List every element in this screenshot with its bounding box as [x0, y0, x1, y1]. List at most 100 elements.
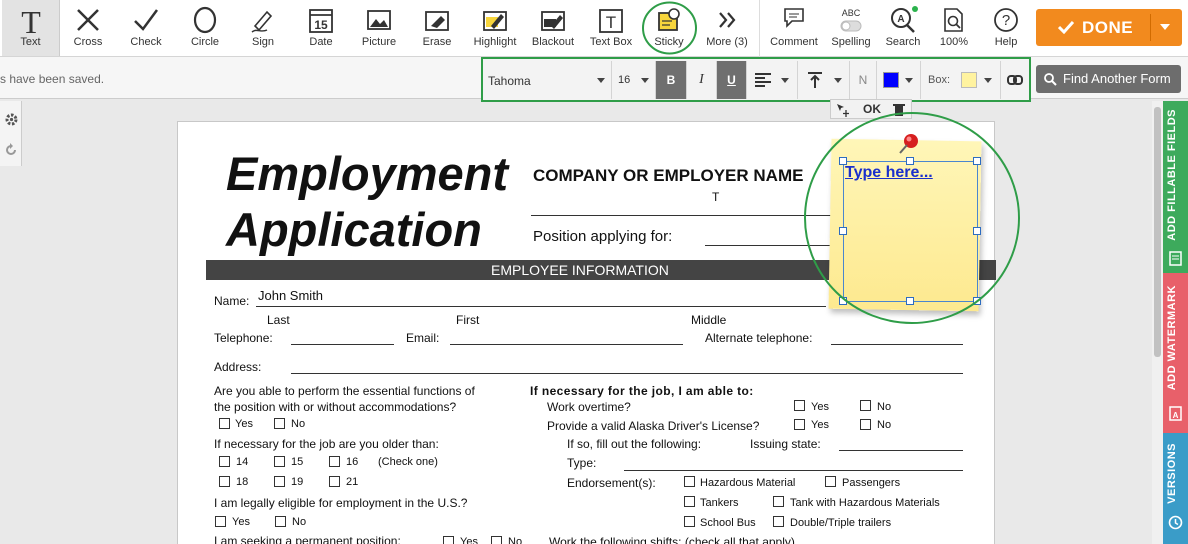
check-tool-button[interactable]: Check — [117, 0, 175, 56]
picture-tool-label: Picture — [361, 36, 397, 48]
age-14-checkbox[interactable] — [219, 456, 230, 467]
overtime-no-checkbox[interactable] — [860, 400, 871, 411]
license-no-checkbox[interactable] — [860, 419, 871, 430]
yes-label: Yes — [235, 418, 253, 430]
cross-icon — [77, 9, 99, 31]
age-18-checkbox[interactable] — [219, 476, 230, 487]
age-16-checkbox[interactable] — [329, 456, 340, 467]
overtime-yes-checkbox[interactable] — [794, 400, 805, 411]
highlight-tool-button[interactable]: Highlight — [466, 0, 524, 56]
age-19-checkbox[interactable] — [274, 476, 285, 487]
svg-text:ABC: ABC — [842, 8, 861, 18]
textbox-tool-label: Text Box — [589, 36, 633, 48]
chevron-down-icon — [984, 78, 992, 83]
no-label: No — [508, 536, 523, 544]
email-field[interactable] — [450, 344, 683, 345]
font-family-select[interactable]: Tahoma — [483, 61, 612, 99]
chevron-down-icon — [641, 78, 649, 83]
blackout-icon — [541, 11, 565, 31]
refresh-icon[interactable] — [4, 143, 18, 157]
add-watermark-tab[interactable]: ADD WATERMARK A — [1163, 273, 1188, 433]
fillable-form-icon — [1169, 251, 1182, 266]
zoom-button[interactable]: 100% — [925, 0, 983, 56]
comment-button[interactable]: Comment — [764, 0, 824, 56]
more-tools-button[interactable]: More (3) — [698, 0, 756, 56]
issuing-state-field[interactable] — [839, 450, 963, 451]
svg-text:15: 15 — [314, 18, 328, 32]
hazardous-material-checkbox[interactable] — [684, 476, 695, 487]
no-label: No — [877, 419, 892, 431]
name-label: Name: — [214, 294, 250, 308]
age-question: If necessary for the job are you older t… — [214, 437, 439, 451]
cross-tool-button[interactable]: Cross — [59, 0, 117, 56]
chevron-down-icon[interactable] — [1160, 24, 1170, 30]
picture-tool-button[interactable]: Picture — [350, 0, 408, 56]
license-yes-checkbox[interactable] — [794, 419, 805, 430]
position-label: Position applying for: — [533, 228, 673, 245]
hazardous-material-label: Hazardous Material — [700, 477, 796, 489]
functions-no-checkbox[interactable] — [274, 418, 285, 429]
double-triple-checkbox[interactable] — [773, 516, 784, 527]
scrollbar-thumb[interactable] — [1154, 107, 1161, 357]
tankers-label: Tankers — [700, 497, 739, 509]
done-button[interactable]: DONE — [1036, 9, 1182, 46]
passengers-checkbox[interactable] — [825, 476, 836, 487]
blackout-tool-button[interactable]: Blackout — [524, 0, 582, 56]
textbox-tool-button[interactable]: T Text Box — [582, 0, 640, 56]
permanent-yes-checkbox[interactable] — [443, 536, 454, 544]
tank-hazardous-checkbox[interactable] — [773, 496, 784, 507]
box-color-select[interactable]: Box: — [921, 61, 1001, 99]
company-name-field[interactable]: T — [712, 190, 719, 204]
circle-tool-button[interactable]: Circle — [176, 0, 234, 56]
telephone-field[interactable] — [291, 344, 394, 345]
age-21-checkbox[interactable] — [329, 476, 340, 487]
functions-yes-checkbox[interactable] — [219, 418, 230, 429]
box-color-swatch — [961, 72, 977, 88]
underline-button[interactable]: U — [717, 61, 747, 99]
eligible-yes-checkbox[interactable] — [215, 516, 226, 527]
add-fillable-fields-tab[interactable]: ADD FILLABLE FIELDS — [1163, 101, 1188, 273]
gear-icon[interactable] — [4, 112, 19, 127]
name-field[interactable]: John Smith — [258, 288, 323, 303]
circle-tool-label: Circle — [190, 36, 220, 48]
align-select[interactable] — [747, 61, 798, 99]
spelling-button[interactable]: ABC Spelling — [822, 0, 880, 56]
age-15-checkbox[interactable] — [274, 456, 285, 467]
company-name-label: COMPANY OR EMPLOYER NAME — [533, 166, 804, 185]
link-button[interactable] — [1001, 61, 1029, 99]
find-another-form-button[interactable]: Find Another Form — [1036, 65, 1181, 93]
help-button[interactable]: ? Help — [977, 0, 1035, 56]
font-size-select[interactable]: 16 — [612, 61, 656, 99]
eligible-no-checkbox[interactable] — [275, 516, 286, 527]
box-label: Box: — [928, 74, 951, 86]
chevron-down-icon — [834, 78, 842, 83]
school-bus-checkbox[interactable] — [684, 516, 695, 527]
type-field[interactable] — [624, 470, 963, 471]
format-bar: s have been saved. Tahoma 16 B I U N Box… — [0, 57, 1188, 102]
permanent-no-checkbox[interactable] — [491, 536, 502, 544]
sign-tool-button[interactable]: Sign — [234, 0, 292, 56]
license-question: Provide a valid Alaska Driver's License? — [547, 419, 760, 433]
alternate-telephone-field[interactable] — [831, 344, 963, 345]
shifts-question: Work the following shifts: (check all th… — [549, 535, 795, 544]
link-icon — [1007, 75, 1023, 85]
tankers-checkbox[interactable] — [684, 496, 695, 507]
text-color-select[interactable] — [877, 61, 921, 99]
search-button[interactable]: A Search — [874, 0, 932, 56]
versions-tab[interactable]: VERSIONS — [1163, 433, 1188, 544]
erase-tool-button[interactable]: Erase — [408, 0, 466, 56]
vertical-scrollbar[interactable] — [1152, 101, 1163, 544]
vertical-align-select[interactable] — [798, 61, 850, 99]
chevron-down-icon — [905, 78, 913, 83]
no-label: No — [877, 401, 892, 413]
add-fillable-fields-label: ADD FILLABLE FIELDS — [1166, 109, 1178, 241]
middle-name-label: Middle — [691, 313, 727, 327]
text-tool-button[interactable]: T Text — [2, 0, 60, 56]
address-field[interactable] — [291, 373, 963, 374]
bold-button[interactable]: B — [656, 61, 687, 99]
section-band-label: EMPLOYEE INFORMATION — [491, 262, 669, 278]
date-tool-button[interactable]: 15 Date — [292, 0, 350, 56]
italic-button[interactable]: I — [687, 61, 717, 99]
find-another-form-label: Find Another Form — [1063, 71, 1171, 86]
normal-text-button[interactable]: N — [850, 61, 877, 99]
